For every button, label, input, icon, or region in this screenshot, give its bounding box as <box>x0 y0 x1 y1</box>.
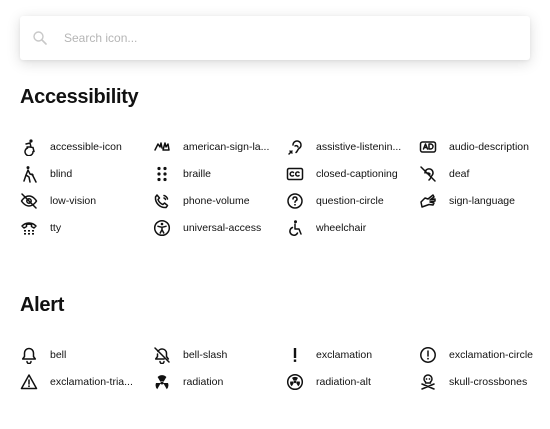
icon-item-low-vision[interactable]: low-vision <box>20 192 153 210</box>
icon-item-label: phone-volume <box>183 195 250 207</box>
icon-item-universal-access[interactable]: universal-access <box>153 219 286 237</box>
deaf-icon <box>419 165 437 183</box>
search-bar[interactable] <box>20 16 530 60</box>
universal-access-icon <box>153 219 171 237</box>
question-circle-icon <box>286 192 304 210</box>
icon-item-accessible[interactable]: accessible-icon <box>20 138 153 156</box>
icon-item-label: bell-slash <box>183 349 228 361</box>
exclamation-triangle-icon <box>20 373 38 391</box>
low-vision-icon <box>20 192 38 210</box>
icon-item-label: radiation <box>183 376 224 388</box>
icon-item-bell-slash[interactable]: bell-slash <box>153 346 286 364</box>
blind-icon <box>20 165 38 183</box>
icon-item-sign-language[interactable]: sign-language <box>419 192 540 210</box>
icon-item-braille[interactable]: braille <box>153 165 286 183</box>
icon-item-label: braille <box>183 168 212 180</box>
icon-item-american-sign-language[interactable]: american-sign-la... <box>153 138 286 156</box>
section-title-accessibility: Accessibility <box>20 86 139 108</box>
audio-description-icon <box>419 138 437 156</box>
exclamation-icon <box>286 346 304 364</box>
exclamation-circle-icon <box>419 346 437 364</box>
icon-item-label: exclamation <box>316 349 373 361</box>
american-sign-language-icon <box>153 138 171 156</box>
icon-grid-accessibility: accessible-icon american-sign-la... assist… <box>20 138 540 237</box>
accessible-icon <box>20 138 38 156</box>
icon-item-question-circle[interactable]: question-circle <box>286 192 419 210</box>
icon-grid-alert: bell bell-slash exclamation exclamation-cir… <box>20 346 540 391</box>
icon-item-blind[interactable]: blind <box>20 165 153 183</box>
icon-item-label: blind <box>50 168 73 180</box>
radiation-alt-icon <box>286 373 304 391</box>
icon-item-label: deaf <box>449 168 470 180</box>
closed-captioning-icon <box>286 165 304 183</box>
section-title-alert: Alert <box>20 294 65 316</box>
icon-item-label: closed-captioning <box>316 168 398 180</box>
icon-item-label: exclamation-tria... <box>50 376 133 388</box>
icon-item-label: exclamation-circle <box>449 349 534 361</box>
radiation-icon <box>153 373 171 391</box>
icon-item-wheelchair[interactable]: wheelchair <box>286 219 419 237</box>
icon-item-label: sign-language <box>449 195 515 207</box>
icon-item-label: skull-crossbones <box>449 376 528 388</box>
icon-item-label: american-sign-la... <box>183 141 270 153</box>
icon-item-label: audio-description <box>449 141 529 153</box>
icon-item-label: wheelchair <box>316 222 367 234</box>
icon-item-radiation[interactable]: radiation <box>153 373 286 391</box>
icon-item-phone-volume[interactable]: phone-volume <box>153 192 286 210</box>
icon-item-label: tty <box>50 222 62 234</box>
bell-slash-icon <box>153 346 171 364</box>
icon-item-label: bell <box>50 349 67 361</box>
bell-icon <box>20 346 38 364</box>
icon-item-exclamation-triangle[interactable]: exclamation-tria... <box>20 373 153 391</box>
icon-item-radiation-alt[interactable]: radiation-alt <box>286 373 419 391</box>
sign-language-icon <box>419 192 437 210</box>
wheelchair-icon <box>286 219 304 237</box>
icon-item-exclamation-circle[interactable]: exclamation-circle <box>419 346 540 364</box>
icon-item-label: low-vision <box>50 195 97 207</box>
tty-icon <box>20 219 38 237</box>
search-icon <box>33 31 47 45</box>
icon-item-label: universal-access <box>183 222 262 234</box>
icon-item-tty[interactable]: tty <box>20 219 153 237</box>
icon-item-label: question-circle <box>316 195 384 207</box>
search-input[interactable] <box>64 16 514 60</box>
icon-item-exclamation[interactable]: exclamation <box>286 346 419 364</box>
braille-icon <box>153 165 171 183</box>
icon-item-deaf[interactable]: deaf <box>419 165 540 183</box>
icon-item-bell[interactable]: bell <box>20 346 153 364</box>
icon-item-skull-crossbones[interactable]: skull-crossbones <box>419 373 540 391</box>
icon-item-label: assistive-listenin... <box>316 141 402 153</box>
skull-crossbones-icon <box>419 373 437 391</box>
icon-item-label: radiation-alt <box>316 376 371 388</box>
phone-volume-icon <box>153 192 171 210</box>
assistive-listening-icon <box>286 138 304 156</box>
icon-item-closed-captioning[interactable]: closed-captioning <box>286 165 419 183</box>
icon-item-assistive-listening[interactable]: assistive-listenin... <box>286 138 419 156</box>
icon-item-audio-description[interactable]: audio-description <box>419 138 540 156</box>
icon-item-label: accessible-icon <box>50 141 122 153</box>
